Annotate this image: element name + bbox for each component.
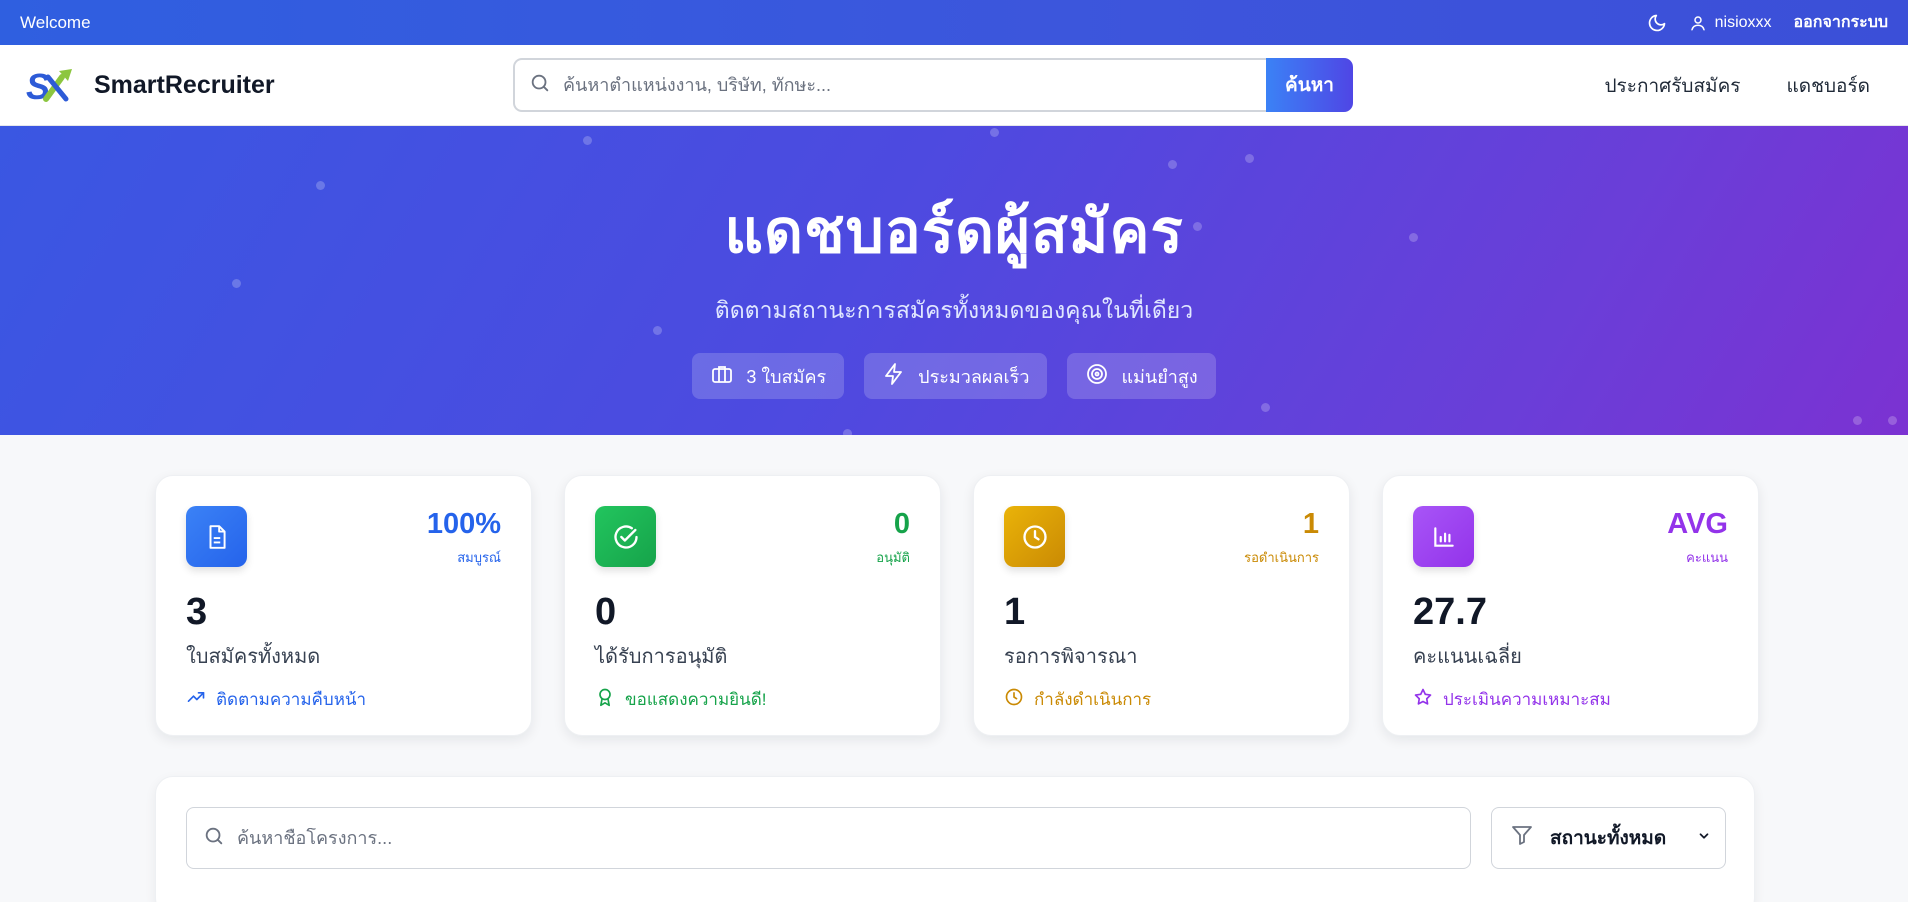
stat-footer-text: ติดตามความคืบหน้า (216, 690, 367, 709)
stat-footer[interactable]: กำลังดำเนินการ (1004, 686, 1319, 713)
stat-footer-text: ขอแสดงความยินดี! (625, 690, 767, 709)
stat-top-label: สมบูรณ์ (457, 550, 501, 565)
welcome-text: Welcome (20, 12, 91, 32)
stat-label: รอการพิจารณา (1004, 646, 1138, 668)
award-icon (595, 687, 615, 712)
page-title: แดชบอร์ดผู้สมัคร (724, 198, 1184, 265)
chevron-down-icon (1697, 827, 1711, 849)
search-button[interactable]: ค้นหา (1266, 58, 1353, 112)
stat-top-label: อนุมัติ (876, 550, 910, 565)
briefcase-icon (710, 362, 734, 391)
project-search-box (186, 807, 1471, 869)
bar-chart-icon (1413, 506, 1474, 567)
document-icon (186, 506, 247, 567)
stat-top-value: 1 (1302, 508, 1319, 540)
stat-card-approved: 0 อนุมัติ 0 ได้รับการอนุมัติ ขอแสดงความย… (564, 475, 941, 736)
stat-footer[interactable]: ติดตามความคืบหน้า (186, 686, 501, 713)
status-filter-select[interactable]: สถานะทั้งหมด (1491, 807, 1726, 869)
job-search-box (513, 58, 1266, 112)
stat-footer[interactable]: ประเมินความเหมาะสม (1413, 686, 1728, 713)
badge-applications: 3 ใบสมัคร (692, 353, 845, 399)
username: nisioxxx (1714, 13, 1772, 31)
stat-top-value: 0 (893, 508, 910, 540)
badge-label: แม่นยำสูง (1121, 366, 1198, 387)
badge-fast: ประมวลผลเร็ว (864, 353, 1048, 399)
brand-logo: S (26, 66, 72, 105)
brand[interactable]: S SmartRecruiter (26, 65, 275, 105)
project-search-input[interactable] (237, 827, 1470, 849)
logout-link[interactable]: ออกจากระบบ (1794, 10, 1888, 35)
stat-number: 0 (595, 591, 617, 633)
search-icon (203, 825, 225, 852)
stat-card-average: AVG คะแนน 27.7 คะแนนเฉลี่ย ประเมินความเห… (1382, 475, 1759, 736)
stat-number: 3 (186, 591, 208, 633)
stat-footer[interactable]: ขอแสดงความยินดี! (595, 686, 910, 713)
stat-card-pending: 1 รอดำเนินการ 1 รอการพิจารณา กำลังดำเนิน… (973, 475, 1350, 736)
target-icon (1085, 362, 1109, 391)
user-menu[interactable]: nisioxxx (1689, 14, 1772, 32)
navbar: S SmartRecruiter ค้นหา ประกาศรับสมัคร แด… (0, 45, 1908, 126)
nav-link-dashboard[interactable]: แดชบอร์ด (1787, 71, 1871, 101)
filter-panel: สถานะทั้งหมด (155, 776, 1755, 902)
nav-link-jobs[interactable]: ประกาศรับสมัคร (1604, 71, 1740, 101)
check-circle-icon (595, 506, 656, 567)
moon-icon[interactable] (1647, 13, 1667, 33)
stat-top-label: คะแนน (1686, 550, 1728, 565)
badge-accurate: แม่นยำสูง (1067, 353, 1216, 399)
lightning-icon (882, 362, 906, 391)
hero-banner: แดชบอร์ดผู้สมัคร ติดตามสถานะการสมัครทั้ง… (0, 126, 1908, 435)
filter-icon (1510, 823, 1534, 853)
stat-label: ใบสมัครทั้งหมด (186, 646, 321, 668)
stat-top-label: รอดำเนินการ (1244, 550, 1319, 565)
clock-icon (1004, 506, 1065, 567)
stat-top-value: AVG (1667, 508, 1728, 540)
job-search: ค้นหา (513, 58, 1353, 112)
stat-label: ได้รับการอนุมัติ (595, 646, 728, 668)
job-search-input[interactable] (563, 74, 1266, 96)
hero-badges: 3 ใบสมัคร ประมวลผลเร็ว แม่นยำสูง (0, 353, 1908, 399)
badge-label: ประมวลผลเร็ว (918, 366, 1030, 387)
stat-footer-text: กำลังดำเนินการ (1034, 690, 1152, 709)
stat-top-value: 100% (426, 508, 501, 540)
star-icon (1413, 687, 1433, 712)
stat-label: คะแนนเฉลี่ย (1413, 646, 1522, 668)
stat-number: 27.7 (1413, 591, 1487, 633)
nav-links: ประกาศรับสมัคร แดชบอร์ด (1604, 45, 1870, 126)
stats-row: 100% สมบูรณ์ 3 ใบสมัครทั้งหมด ติดตามความ… (155, 475, 1759, 736)
page-subtitle: ติดตามสถานะการสมัครทั้งหมดของคุณในที่เดี… (714, 297, 1194, 323)
clock-icon (1004, 687, 1024, 712)
top-bar: Welcome nisioxxx ออกจากระบบ (0, 0, 1908, 45)
badge-label: 3 ใบสมัคร (746, 366, 827, 387)
search-icon (529, 72, 551, 99)
trending-up-icon (186, 687, 206, 712)
brand-name: SmartRecruiter (94, 70, 275, 99)
stat-footer-text: ประเมินความเหมาะสม (1443, 690, 1611, 709)
stat-number: 1 (1004, 591, 1026, 633)
user-icon (1689, 14, 1707, 32)
stat-card-total: 100% สมบูรณ์ 3 ใบสมัครทั้งหมด ติดตามความ… (155, 475, 532, 736)
status-filter-value: สถานะทั้งหมด (1550, 828, 1667, 849)
